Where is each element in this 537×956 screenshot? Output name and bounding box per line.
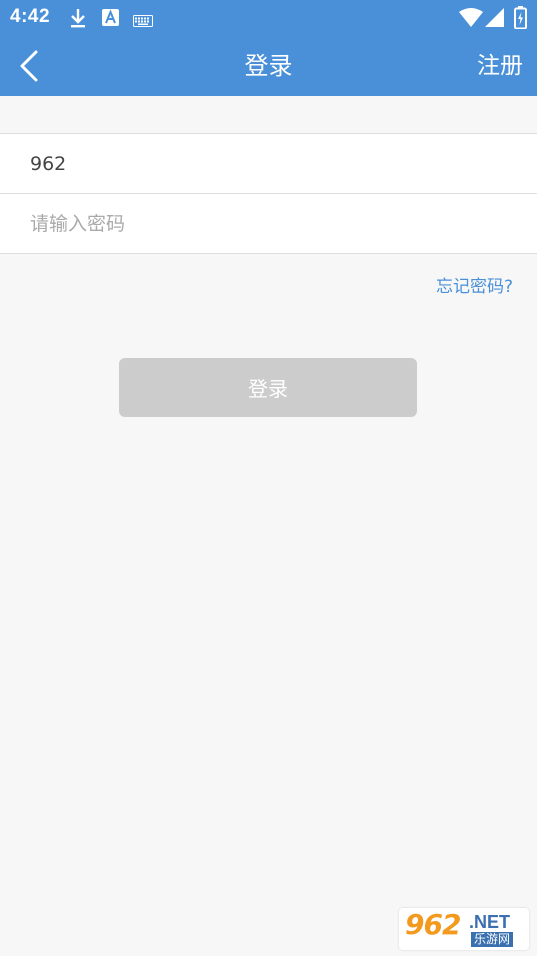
download-icon — [68, 7, 88, 33]
wifi-icon — [459, 8, 483, 32]
forgot-password-link[interactable]: 忘记密码? — [436, 272, 513, 297]
site-watermark: 962 .NET 乐游网 — [399, 908, 529, 950]
password-input[interactable] — [30, 212, 507, 235]
watermark-main: 962 — [405, 908, 461, 941]
watermark-net: .NET — [469, 912, 511, 932]
watermark-sub: 乐游网 — [471, 932, 514, 947]
keyboard-icon — [133, 12, 153, 31]
page-title: 登录 — [244, 52, 293, 80]
status-time: 4:42 — [10, 6, 51, 27]
password-field-row — [0, 193, 537, 253]
battery-icon — [514, 6, 527, 33]
account-field-row — [0, 134, 537, 193]
status-bar: 4:42 — [0, 0, 537, 36]
register-button[interactable]: 注册 — [477, 50, 523, 82]
account-input[interactable] — [30, 152, 507, 175]
login-button[interactable]: 登录 — [119, 358, 417, 417]
signal-icon — [485, 8, 505, 32]
app-bar: 登录 注册 — [0, 36, 537, 96]
login-form — [0, 133, 537, 254]
a-notification-icon — [102, 9, 119, 30]
